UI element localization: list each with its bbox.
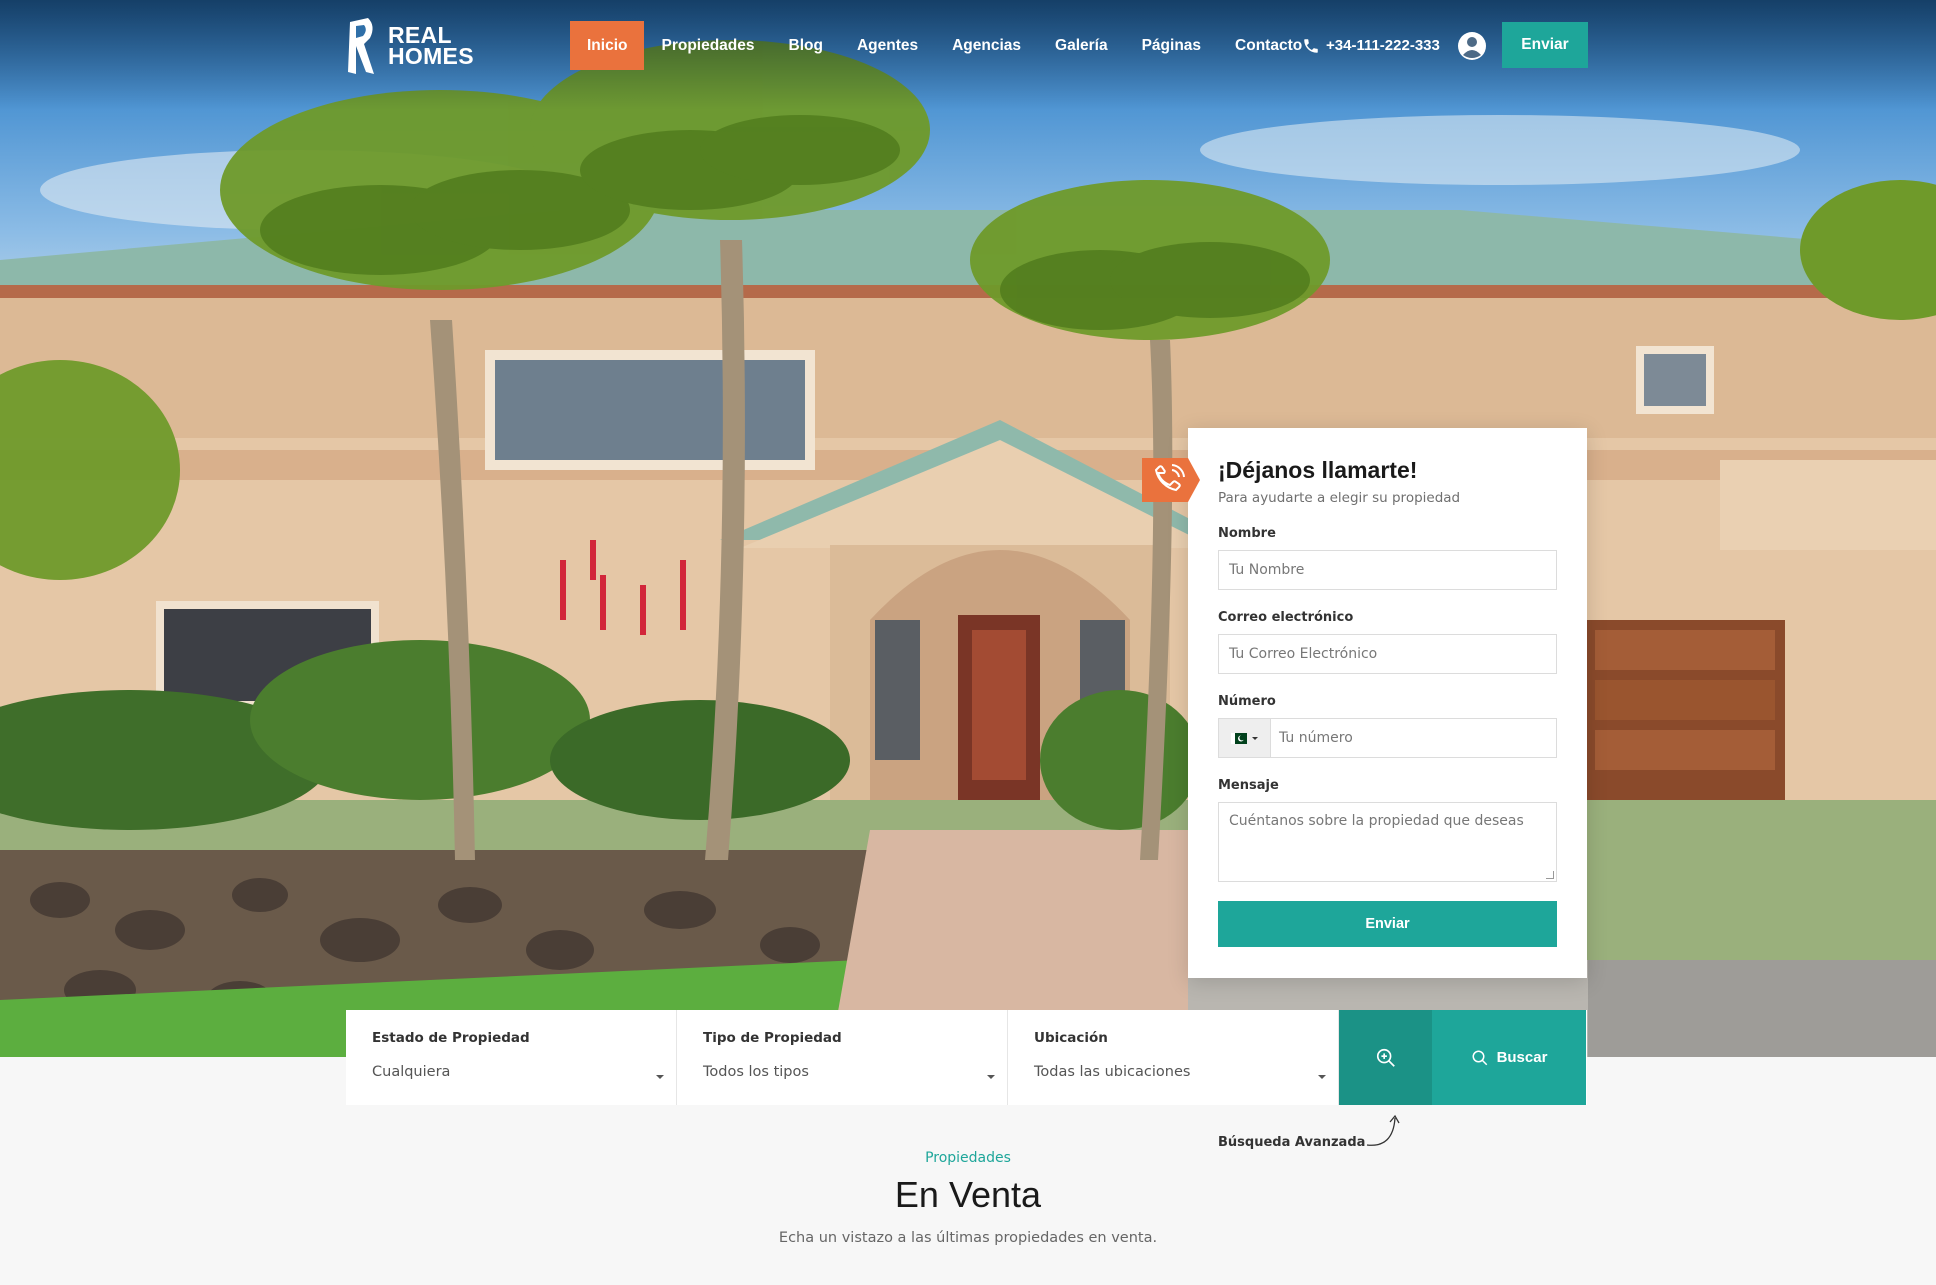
- message-textarea[interactable]: Cuéntanos sobre la propiedad que deseas: [1218, 802, 1557, 882]
- email-label: Correo electrónico: [1218, 610, 1354, 625]
- location-label: Ubicación: [1034, 1030, 1108, 1046]
- phone-call-badge-icon: [1142, 458, 1200, 502]
- curved-arrow-icon: [1367, 1114, 1400, 1146]
- nav-item-agentes[interactable]: Agentes: [840, 21, 935, 70]
- resize-grip-icon[interactable]: [1546, 871, 1554, 879]
- status-select[interactable]: Estado de Propiedad Cualquiera: [346, 1010, 677, 1105]
- number-input[interactable]: Tu número: [1271, 719, 1556, 757]
- site-header: REAL HOMES Inicio Propiedades Blog Agent…: [0, 0, 1936, 90]
- advanced-search-button[interactable]: [1339, 1010, 1432, 1105]
- phone-number: +34-111-222-333: [1326, 37, 1440, 54]
- flag-icon: [1231, 732, 1247, 744]
- number-label: Número: [1218, 694, 1276, 709]
- type-label: Tipo de Propiedad: [703, 1030, 842, 1046]
- type-value: Todos los tipos: [703, 1064, 809, 1080]
- property-search-bar: Estado de Propiedad Cualquiera Tipo de P…: [346, 1010, 1587, 1105]
- nav-item-agencias[interactable]: Agencias: [935, 21, 1038, 70]
- callback-title: ¡Déjanos llamarte!: [1218, 457, 1418, 483]
- chevron-down-icon: [656, 1075, 664, 1079]
- name-label: Nombre: [1218, 526, 1276, 541]
- user-account-icon[interactable]: [1457, 31, 1487, 61]
- main-nav: Inicio Propiedades Blog Agentes Agencias…: [570, 21, 1319, 70]
- search-label: Buscar: [1496, 1049, 1548, 1066]
- header-phone[interactable]: +34-111-222-333: [1302, 21, 1440, 70]
- callback-form: ¡Déjanos llamarte! Para ayudarte a elegi…: [1142, 428, 1587, 978]
- phone-icon: [1304, 38, 1318, 53]
- status-value: Cualquiera: [372, 1064, 451, 1080]
- chevron-down-icon: [987, 1075, 995, 1079]
- phone-number-field: Tu número: [1218, 718, 1557, 758]
- section-description: Echa un vistazo a las últimas propiedade…: [778, 1230, 1158, 1246]
- status-label: Estado de Propiedad: [372, 1030, 530, 1046]
- country-code-selector[interactable]: [1219, 719, 1271, 757]
- hero-house-photo: [0, 40, 1936, 1057]
- site-logo[interactable]: REAL HOMES: [346, 15, 474, 77]
- search-button[interactable]: Buscar: [1432, 1010, 1586, 1105]
- location-value: Todas las ubicaciones: [1034, 1064, 1191, 1080]
- email-input[interactable]: Tu Correo Electrónico: [1218, 634, 1557, 674]
- type-select[interactable]: Tipo de Propiedad Todos los tipos: [677, 1010, 1008, 1105]
- nav-item-blog[interactable]: Blog: [772, 21, 840, 70]
- logo-r-icon: [348, 18, 374, 74]
- location-select[interactable]: Ubicación Todas las ubicaciones: [1008, 1010, 1339, 1105]
- callback-subtitle: Para ayudarte a elegir su propiedad: [1218, 490, 1461, 506]
- chevron-down-icon: [1252, 736, 1258, 740]
- nav-item-paginas[interactable]: Páginas: [1125, 21, 1218, 70]
- message-placeholder: Cuéntanos sobre la propiedad que deseas: [1229, 813, 1524, 829]
- hero-banner: [0, 0, 1936, 1057]
- callback-send-button[interactable]: Enviar: [1218, 901, 1557, 947]
- section-title: En Venta: [894, 1174, 1042, 1215]
- nav-item-galeria[interactable]: Galería: [1038, 21, 1125, 70]
- search-icon: [1472, 1050, 1487, 1065]
- advanced-search-text: Búsqueda Avanzada: [1218, 1135, 1366, 1150]
- nav-item-propiedades[interactable]: Propiedades: [644, 21, 771, 70]
- nav-item-inicio[interactable]: Inicio: [570, 21, 645, 70]
- section-eyebrow: Propiedades: [925, 1150, 1011, 1166]
- zoom-in-icon: [1376, 1048, 1395, 1067]
- chevron-down-icon: [1318, 1075, 1326, 1079]
- name-input[interactable]: Tu Nombre: [1218, 550, 1557, 590]
- logo-text: REAL HOMES: [388, 24, 474, 69]
- advanced-search-note: Búsqueda Avanzada: [1218, 1112, 1407, 1150]
- message-label: Mensaje: [1218, 778, 1279, 793]
- submit-property-button[interactable]: Enviar: [1502, 22, 1588, 68]
- logo-line-2: HOMES: [388, 43, 474, 69]
- for-sale-section: Propiedades En Venta Echa un vistazo a l…: [0, 1150, 1936, 1246]
